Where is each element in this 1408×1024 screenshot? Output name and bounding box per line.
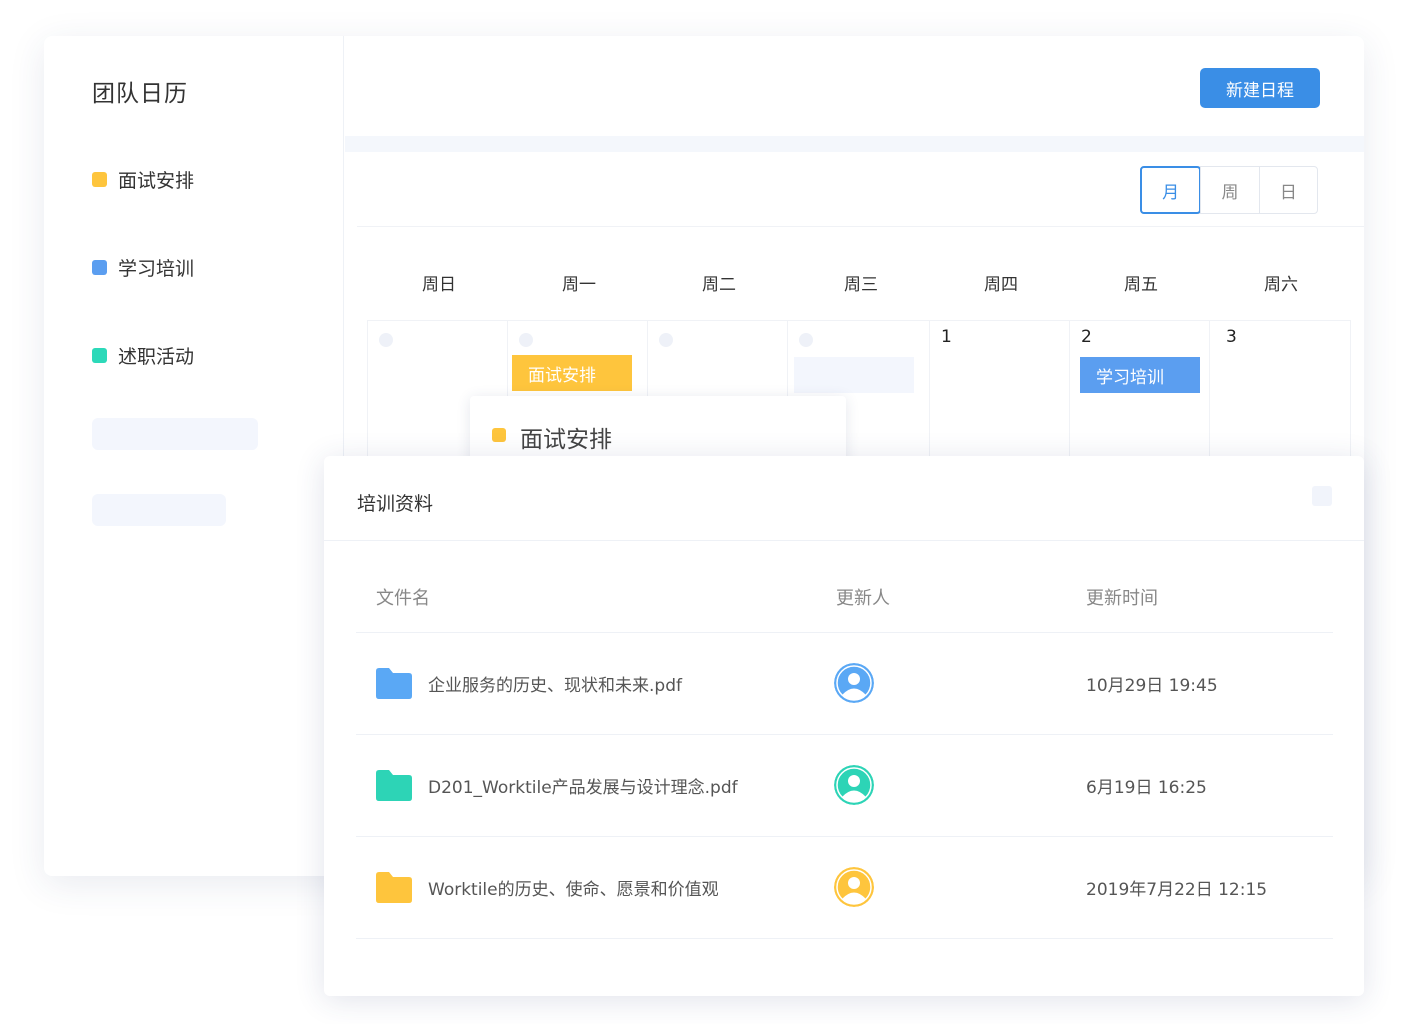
empty-day-marker <box>799 333 813 347</box>
sidebar-item-interview[interactable]: 面试安排 <box>92 166 194 192</box>
weekday-header: 周五 <box>1124 275 1158 295</box>
app-title: 团队日历 <box>92 81 188 107</box>
panel-title: 培训资料 <box>357 493 434 515</box>
view-day-button[interactable]: 日 <box>1258 167 1317 213</box>
weekday-header: 周四 <box>984 275 1018 295</box>
table-row[interactable]: Worktile的历史、使命、愿景和价值观 2019年7月22日 12:15 <box>356 837 1333 937</box>
day-number[interactable]: 2 <box>1081 327 1092 347</box>
folder-icon <box>376 872 412 903</box>
day-number[interactable]: 1 <box>941 327 952 347</box>
file-name[interactable]: D201_Worktile产品发展与设计理念.pdf <box>428 773 738 798</box>
updated-time: 10月29日 19:45 <box>1086 676 1218 696</box>
user-avatar-icon <box>834 867 874 907</box>
calendar-event-interview[interactable]: 面试安排 <box>512 355 632 391</box>
updated-time: 2019年7月22日 12:15 <box>1086 880 1268 900</box>
category-color-swatch <box>92 347 107 363</box>
training-materials-panel: 培训资料 文件名 更新人 更新时间 企业服务的历史、现状和未来.pdf 10月2… <box>324 456 1364 996</box>
file-name[interactable]: Worktile的历史、使命、愿景和价值观 <box>428 875 719 900</box>
weekday-header: 周二 <box>702 275 736 295</box>
empty-day-marker <box>519 333 533 347</box>
table-row[interactable]: 企业服务的历史、现状和未来.pdf 10月29日 19:45 <box>356 633 1333 733</box>
divider <box>356 938 1333 939</box>
column-header-filename: 文件名 <box>376 588 430 609</box>
column-header-updater: 更新人 <box>836 588 890 609</box>
new-event-button[interactable]: 新建日程 <box>1200 68 1320 108</box>
folder-icon <box>376 668 412 699</box>
close-icon[interactable] <box>1312 486 1332 506</box>
view-week-button[interactable]: 周 <box>1200 167 1258 213</box>
user-avatar-icon <box>834 663 874 703</box>
main-header: 新建日程 <box>345 36 1364 136</box>
file-name[interactable]: 企业服务的历史、现状和未来.pdf <box>428 671 682 696</box>
view-month-button[interactable]: 月 <box>1140 166 1202 214</box>
divider <box>324 540 1364 541</box>
event-placeholder <box>794 357 914 393</box>
calendar-event-training[interactable]: 学习培训 <box>1080 357 1200 393</box>
sidebar: 团队日历 面试安排 学习培训 述职活动 <box>44 36 344 876</box>
sidebar-item-label: 述职活动 <box>118 345 195 368</box>
table-row[interactable]: D201_Worktile产品发展与设计理念.pdf 6月19日 16:25 <box>356 735 1333 835</box>
weekday-header: 周三 <box>844 275 878 295</box>
sidebar-item-label: 学习培训 <box>118 257 195 280</box>
weekday-header: 周日 <box>422 275 456 295</box>
sidebar-placeholder <box>92 494 226 526</box>
category-color-swatch <box>92 259 107 275</box>
empty-day-marker <box>659 333 673 347</box>
category-color-swatch <box>92 171 107 187</box>
sidebar-item-training[interactable]: 学习培训 <box>92 254 194 280</box>
folder-icon <box>376 770 412 801</box>
header-separator <box>345 136 1364 152</box>
weekday-header: 周一 <box>562 275 596 295</box>
updated-time: 6月19日 16:25 <box>1086 778 1207 798</box>
popover-title: 面试安排 <box>520 427 612 453</box>
user-avatar-icon <box>834 765 874 805</box>
day-number[interactable]: 3 <box>1226 327 1237 347</box>
sidebar-item-label: 面试安排 <box>118 169 195 192</box>
column-header-updated-time: 更新时间 <box>1086 588 1158 609</box>
sidebar-placeholder <box>92 418 258 450</box>
empty-day-marker <box>379 333 393 347</box>
sidebar-item-review[interactable]: 述职活动 <box>92 342 194 368</box>
view-toggle: 月 周 日 <box>1140 166 1318 214</box>
weekday-header: 周六 <box>1264 275 1298 295</box>
category-color-swatch <box>492 428 506 442</box>
divider <box>357 226 1364 227</box>
